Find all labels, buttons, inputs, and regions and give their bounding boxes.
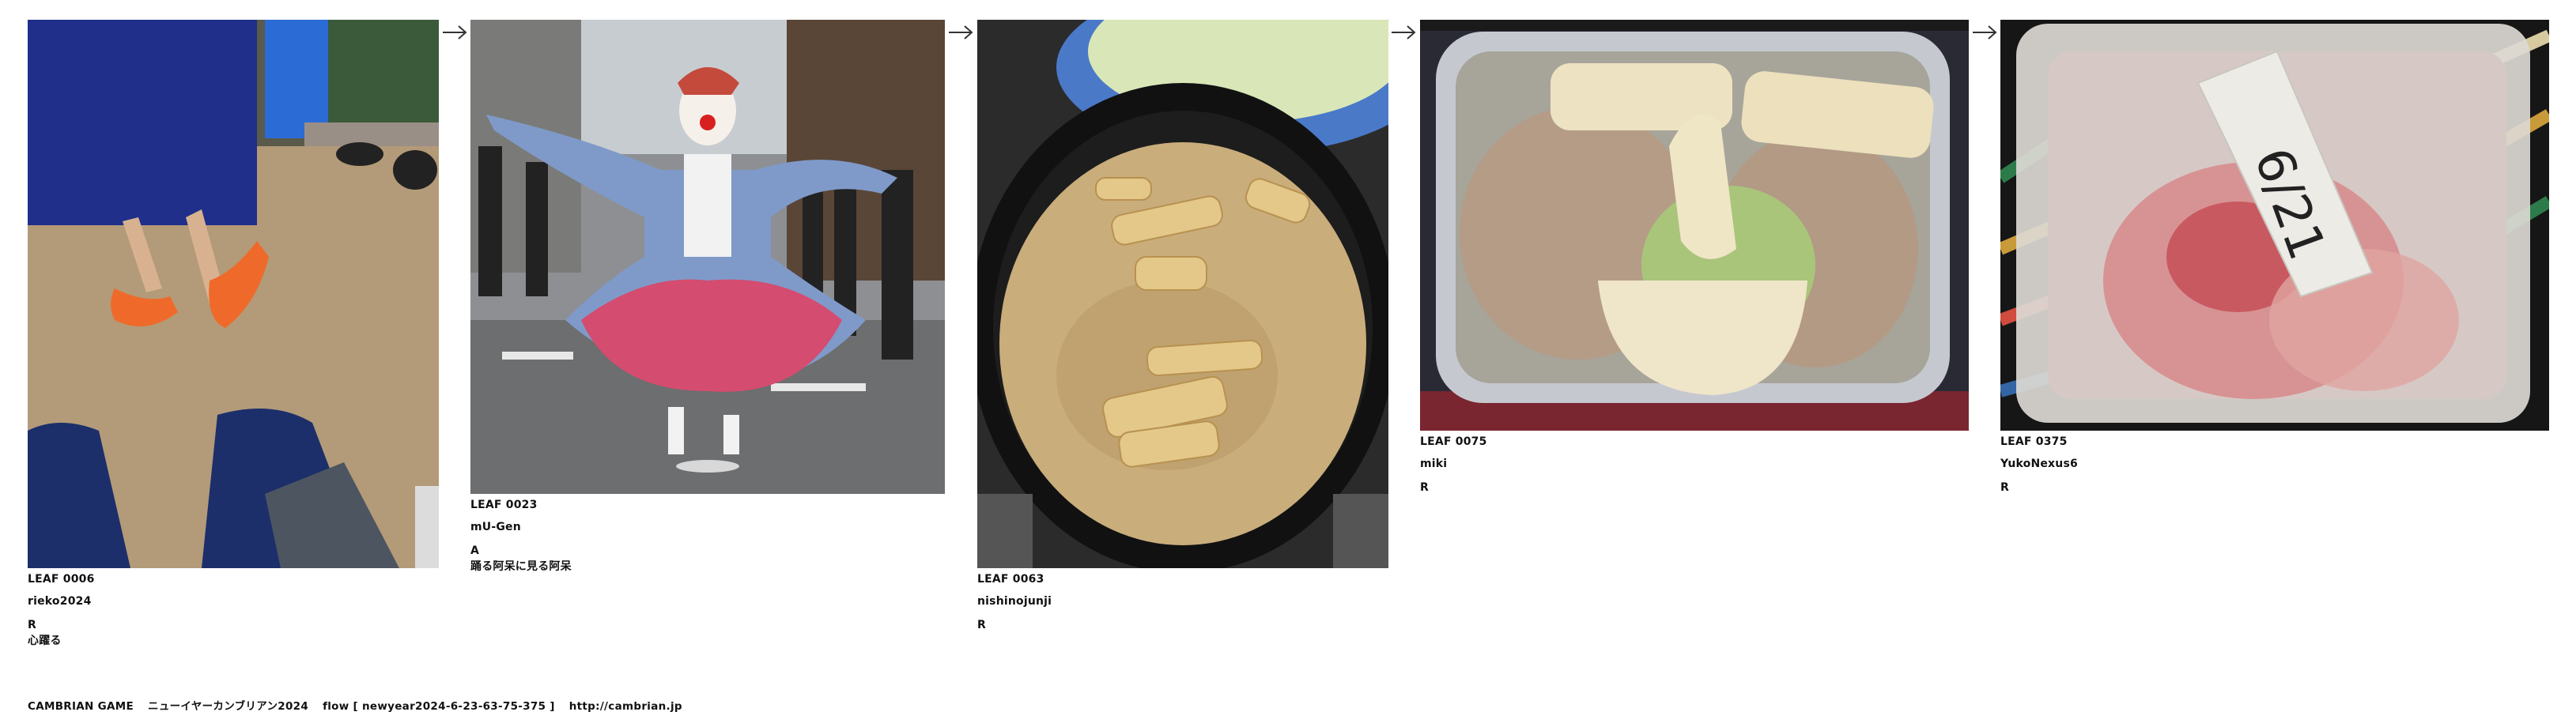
photo-frozen-meat: 6/21 [2000, 20, 2549, 431]
leaf-rating: R [2000, 481, 2009, 494]
right-arrow-icon [947, 24, 974, 41]
footer-flow: flow [ newyear2024-6-23-63-75-375 ] [323, 700, 555, 713]
leaf-id[interactable]: LEAF 0006 [28, 568, 439, 590]
footer-game[interactable]: CAMBRIAN GAME [28, 700, 134, 713]
right-arrow-icon [1971, 24, 1998, 41]
leaf-author[interactable]: miki [1420, 453, 1969, 475]
leaf-rating: A [470, 544, 480, 557]
footer-url[interactable]: http://cambrian.jp [569, 700, 682, 713]
leaf-rating: R [977, 619, 986, 631]
leaf-author[interactable]: rieko2024 [28, 590, 439, 612]
leaf-author[interactable]: YukoNexus6 [2000, 453, 2549, 475]
photo-container-food [1420, 20, 1969, 431]
leaf-rating: R [28, 619, 36, 631]
leaf-id[interactable]: LEAF 0063 [977, 568, 1388, 590]
leaf-meta: LEAF 0006 rieko2024 R 心躍る [28, 568, 439, 649]
leaf-id[interactable]: LEAF 0075 [1420, 431, 1969, 453]
leaf-card: LEAF 0006 rieko2024 R 心躍る [28, 20, 439, 649]
leaf-rating: R [1420, 481, 1429, 494]
leaf-meta: LEAF 0375 YukoNexus6 R [2000, 431, 2549, 495]
photo-miso-soup [977, 20, 1388, 568]
leaf-photo[interactable]: 6/21 [2000, 20, 2549, 431]
leaf-photo[interactable] [1420, 20, 1969, 431]
leaf-author[interactable]: mU-Gen [470, 516, 945, 538]
leaf-photo[interactable] [977, 20, 1388, 568]
right-arrow-icon [1390, 24, 1417, 41]
photo-sneakers [28, 20, 439, 568]
leaf-photo[interactable] [28, 20, 439, 568]
leaf-meta: LEAF 0023 mU-Gen A 踊る阿呆に見る阿呆 [470, 494, 945, 574]
leaf-card: LEAF 0075 miki R [1420, 20, 1969, 495]
leaf-card: LEAF 0063 nishinojunji R [977, 20, 1388, 633]
footer-title: ニューイヤーカンブリアン2024 [148, 700, 309, 713]
leaf-comment: 心躍る [28, 635, 62, 647]
leaf-id[interactable]: LEAF 0375 [2000, 431, 2549, 453]
photo-dancer [470, 20, 945, 494]
leaf-id[interactable]: LEAF 0023 [470, 494, 945, 516]
leaf-meta: LEAF 0075 miki R [1420, 431, 1969, 495]
footer: CAMBRIAN GAME ニューイヤーカンブリアン2024 flow [ newy… [28, 697, 697, 713]
leaf-author[interactable]: nishinojunji [977, 590, 1388, 612]
leaf-photo[interactable] [470, 20, 945, 494]
leaf-meta: LEAF 0063 nishinojunji R [977, 568, 1388, 633]
leaf-card: LEAF 0023 mU-Gen A 踊る阿呆に見る阿呆 [470, 20, 945, 574]
right-arrow-icon [441, 24, 468, 41]
leaf-card: 6/21 LEAF 0375 YukoNexus6 R [2000, 20, 2549, 495]
leaf-comment: 踊る阿呆に見る阿呆 [470, 560, 572, 573]
